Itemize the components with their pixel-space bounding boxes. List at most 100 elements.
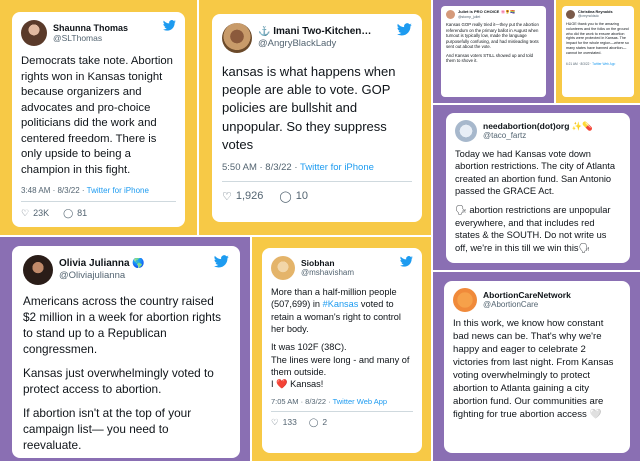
tweet-meta: 3:48 AM · 8/3/22 · Twitter for iPhone: [21, 186, 176, 195]
tweet-text: More than a half-million people (507,699…: [271, 286, 413, 391]
tweet-text: In this work, we know how constant bad n…: [453, 318, 621, 422]
avatar[interactable]: [222, 23, 252, 53]
reply-icon: ◯: [63, 207, 74, 218]
timestamp[interactable]: 5:50 AM · 8/3/22 ·: [222, 162, 300, 173]
avatar[interactable]: [446, 10, 455, 19]
tweet-actions: ♡ 1,926 ◯ 10: [222, 190, 412, 203]
tweet-source[interactable]: Twitter for iPhone: [300, 162, 374, 173]
tweet-paragraph: And Kansas voters STILL showed up and to…: [446, 52, 534, 64]
divider: [222, 180, 412, 182]
tweet-source[interactable]: Twitter Web App: [592, 62, 615, 66]
tweet-text: Kansas GOP really tried it—they put the …: [446, 22, 541, 64]
reply-count: 10: [295, 190, 308, 203]
tweet-paragraph: HUGE thank you to the amazing volunteers…: [566, 22, 629, 55]
reply-icon: ◯: [279, 190, 292, 203]
tweet-paragraph: 🗣 abortion restrictions are unpopular ev…: [455, 205, 611, 253]
tweet-meta: 5:50 AM · 8/3/22 · Twitter for iPhone: [222, 162, 412, 173]
display-name[interactable]: Olivia Julianna 🌎: [59, 258, 145, 270]
tweet-paragraph: Americans across the country raised $2 m…: [23, 294, 222, 357]
tweet-header: Shaunna Thomas @SLThomas: [21, 20, 176, 46]
tweet-actions: ♡ 23K ◯ 81: [21, 208, 176, 219]
display-name[interactable]: Shaunna Thomas: [53, 23, 128, 34]
tweet-header: Juliet is PRO CHOICE 🌸🌻🏳️‍🌈 @stomp_julie…: [446, 10, 541, 19]
reply-button[interactable]: ◯ 81: [63, 208, 87, 219]
divider: [271, 410, 413, 412]
like-count: 23K: [33, 208, 50, 219]
heart-icon: ♡: [222, 190, 232, 203]
tweet-card-imani: ⚓ Imani Two-Kitchen… @AngryBlackLady kan…: [212, 14, 422, 222]
user-handle[interactable]: @stomp_juliet: [458, 15, 515, 19]
twitter-bird-icon: [397, 23, 412, 36]
tweet-paragraph: I ❤️ Kansas!: [271, 379, 324, 390]
timestamp[interactable]: 3:48 AM · 8/3/22 ·: [21, 186, 87, 195]
tweet-paragraph: Democrats take note. Abortion rights won…: [21, 55, 173, 177]
tweet-header: Christina Reynolds @creynoldsdc: [566, 10, 630, 19]
user-handle[interactable]: @mshavisham: [301, 268, 354, 278]
hashtag-link[interactable]: #Kansas: [323, 299, 359, 309]
tweet-header: Siobhan @mshavisham: [271, 256, 413, 280]
tweet-card-juliet: Juliet is PRO CHOICE 🌸🌻🏳️‍🌈 @stomp_julie…: [441, 6, 546, 97]
tweet-meta: 7:05 AM · 8/3/22 · Twitter Web App: [271, 397, 413, 406]
tweet-paragraph: In this work, we know how constant bad n…: [453, 318, 614, 420]
timestamp[interactable]: 7:05 AM · 8/3/22 ·: [271, 397, 333, 406]
tweet-card-shaunna: Shaunna Thomas @SLThomas Democrats take …: [12, 12, 185, 227]
tweet-paragraph: The lines were long - and many of them o…: [271, 354, 410, 377]
user-handle[interactable]: @SLThomas: [53, 33, 128, 43]
tweet-actions: ♡ 133 ◯ 2: [271, 417, 413, 428]
tweet-text: Today we had Kansas vote down abortion r…: [455, 148, 621, 254]
twitter-bird-icon: [214, 255, 229, 268]
avatar[interactable]: [23, 255, 53, 285]
user-handle[interactable]: @taco_fartz: [483, 131, 593, 141]
heart-icon: ♡: [271, 416, 279, 427]
tweet-card-abortioncare: AbortionCareNetwork @AbortionCare In thi…: [444, 281, 630, 453]
tweet-header: Olivia Julianna 🌎 @Oliviajulianna: [23, 255, 229, 285]
display-name[interactable]: AbortionCareNetwork: [483, 290, 571, 300]
avatar[interactable]: [566, 10, 575, 19]
tweet-card-siobhan: Siobhan @mshavisham More than a half-mil…: [262, 248, 422, 453]
divider: [21, 200, 176, 202]
user-handle[interactable]: @AbortionCare: [483, 300, 571, 310]
tweet-text: Democrats take note. Abortion rights won…: [21, 54, 176, 179]
tweet-text: HUGE thank you to the amazing volunteers…: [566, 22, 630, 56]
like-count: 1,926: [235, 190, 264, 203]
avatar[interactable]: [271, 256, 295, 280]
tweet-card-christina: Christina Reynolds @creynoldsdc HUGE tha…: [562, 6, 634, 97]
avatar[interactable]: [453, 288, 477, 312]
tweet-paragraph: Kansas GOP really tried it—they put the …: [446, 22, 539, 50]
tweet-paragraph: It was 102F (38C).: [271, 342, 347, 353]
tweet-source[interactable]: Twitter for iPhone: [87, 186, 149, 195]
reply-button[interactable]: ◯ 10: [279, 190, 308, 203]
tweet-meta: 6:21 AM · 8/3/22 · Twitter Web App: [566, 62, 630, 66]
tweet-text: kansas is what happens when people are a…: [222, 63, 412, 154]
tweet-header: AbortionCareNetwork @AbortionCare: [453, 288, 621, 312]
user-handle[interactable]: @creynoldsdc: [578, 14, 613, 19]
display-name[interactable]: needabortion(dot)org ✨💊: [483, 121, 593, 131]
tweet-paragraph: More than a half-million people (507,699…: [271, 286, 413, 335]
display-name[interactable]: Siobhan: [301, 258, 354, 268]
reply-icon: ◯: [308, 416, 319, 427]
tweet-text: Americans across the country raised $2 m…: [23, 293, 229, 453]
like-count: 133: [282, 417, 297, 428]
tweet-card-olivia: Olivia Julianna 🌎 @Oliviajulianna Americ…: [12, 246, 240, 458]
tweet-source[interactable]: Twitter Web App: [333, 397, 387, 406]
heart-icon: ♡: [21, 207, 30, 218]
like-button[interactable]: ♡ 133: [271, 417, 297, 428]
like-button[interactable]: ♡ 23K: [21, 208, 49, 219]
reply-count: 81: [77, 208, 88, 219]
twitter-bird-icon: [163, 20, 176, 31]
timestamp[interactable]: 6:21 AM · 8/3/22 ·: [566, 62, 592, 66]
display-name[interactable]: ⚓ Imani Two-Kitchen…: [258, 26, 371, 38]
tweet-header: ⚓ Imani Two-Kitchen… @AngryBlackLady: [222, 23, 412, 53]
tweet-card-needabortion: needabortion(dot)org ✨💊 @taco_fartz Toda…: [446, 113, 630, 263]
reply-button[interactable]: ◯ 2: [309, 417, 327, 428]
tweet-paragraph: If abortion isn't at the top of your cam…: [23, 406, 192, 453]
avatar[interactable]: [21, 20, 47, 46]
twitter-bird-icon: [400, 256, 413, 267]
user-handle[interactable]: @AngryBlackLady: [258, 38, 371, 49]
tweet-header: needabortion(dot)org ✨💊 @taco_fartz: [455, 120, 621, 142]
tweet-paragraph: Today we had Kansas vote down abortion r…: [455, 149, 616, 197]
avatar[interactable]: [455, 120, 477, 142]
tweet-paragraph: kansas is what happens when people are a…: [222, 64, 396, 152]
like-button[interactable]: ♡ 1,926: [222, 190, 263, 203]
user-handle[interactable]: @Oliviajulianna: [59, 270, 145, 281]
